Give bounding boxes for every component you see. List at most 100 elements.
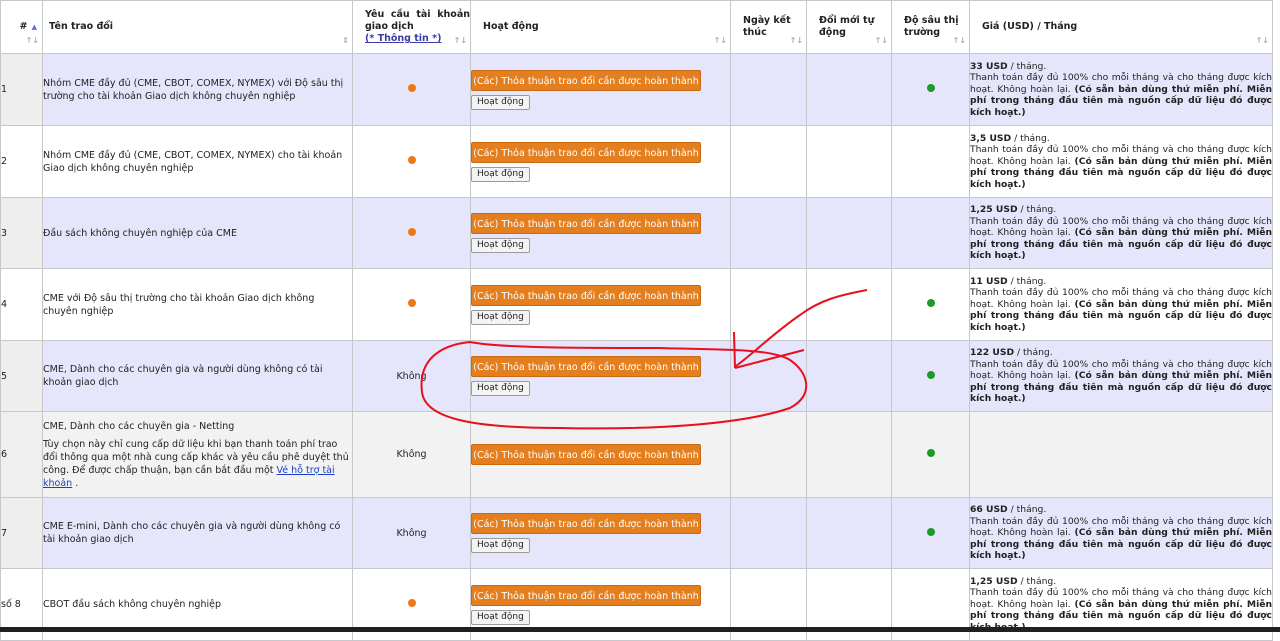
- row-number: 5: [0, 340, 43, 412]
- activity-cell: (Các) Thỏa thuận trao đổi cần được hoàn …: [470, 53, 731, 126]
- market-depth-dot-icon: [926, 370, 935, 379]
- column-header-account-requirement[interactable]: Yêu cầu tài khoản giao dịch (* Thông tin…: [352, 0, 471, 54]
- activate-button[interactable]: Hoạt động: [471, 94, 530, 110]
- exchange-name: Đầu sách không chuyên nghiệp của CME: [42, 197, 353, 269]
- activate-button[interactable]: Hoạt động: [471, 609, 530, 625]
- activity-cell: (Các) Thỏa thuận trao đổi cần được hoàn …: [470, 125, 731, 198]
- requirement-dot-icon: [407, 299, 416, 307]
- price-cell: 3,5 USD / tháng. Thanh toán đầy đủ 100% …: [969, 125, 1273, 198]
- agreements-button[interactable]: (Các) Thỏa thuận trao đổi cần được hoàn …: [471, 513, 701, 534]
- column-header-market-depth[interactable]: Độ sâu thị trường ↑↓: [891, 0, 970, 54]
- market-depth-cell: [891, 53, 970, 126]
- sort-icon: ↑↓: [952, 36, 966, 45]
- activate-button[interactable]: Hoạt động: [471, 381, 530, 396]
- exchange-name: Nhóm CME đầy đủ (CME, CBOT, COMEX, NYMEX…: [42, 125, 353, 198]
- exchange-subscriptions-table: # ▲ ↑↓ Tên trao đổi ⇕ Yêu cầu tài khoản …: [0, 0, 1273, 641]
- exchange-name: CME, Dành cho các chuyên gia và người dù…: [42, 340, 353, 412]
- exchange-name: CME với Độ sâu thị trường cho tài khoản …: [42, 268, 353, 341]
- auto-renew-cell: [806, 268, 892, 341]
- auto-renew-cell: [806, 197, 892, 269]
- activate-button[interactable]: Hoạt động: [471, 309, 530, 325]
- market-depth-dot-icon: [926, 527, 935, 536]
- row-number: 7: [0, 497, 43, 569]
- column-header-activity[interactable]: Hoạt động ↑↓: [470, 0, 731, 54]
- end-date-cell: [730, 497, 807, 569]
- sort-icon: ↑↓: [1255, 36, 1269, 45]
- row-number: 2: [0, 125, 43, 198]
- account-requirement: [352, 268, 471, 341]
- end-date-cell: [730, 268, 807, 341]
- info-link[interactable]: (* Thông tin *): [365, 33, 441, 44]
- account-requirement: [352, 125, 471, 198]
- account-requirement: [352, 197, 471, 269]
- market-depth-cell: [891, 125, 970, 198]
- exchange-note: Tùy chọn này chỉ cung cấp dữ liệu khi bạ…: [43, 439, 349, 489]
- activity-cell: (Các) Thỏa thuận trao đổi cần được hoàn …: [470, 411, 731, 498]
- agreements-button[interactable]: (Các) Thỏa thuận trao đổi cần được hoàn …: [471, 356, 701, 377]
- requirement-dot-icon: [407, 599, 416, 607]
- sort-icon: ↑↓: [874, 36, 888, 45]
- agreements-button[interactable]: (Các) Thỏa thuận trao đổi cần được hoàn …: [471, 141, 701, 163]
- price-cell: 33 USD / tháng. Thanh toán đầy đủ 100% c…: [969, 53, 1273, 126]
- account-requirement: Không: [352, 497, 471, 569]
- activity-cell: (Các) Thỏa thuận trao đổi cần được hoàn …: [470, 497, 731, 569]
- agreements-button[interactable]: (Các) Thỏa thuận trao đổi cần được hoàn …: [471, 284, 701, 306]
- agreements-button[interactable]: (Các) Thỏa thuận trao đổi cần được hoàn …: [471, 69, 701, 91]
- activity-cell: (Các) Thỏa thuận trao đổi cần được hoàn …: [470, 197, 731, 269]
- requirement-dot-icon: [407, 227, 416, 236]
- agreements-button[interactable]: (Các) Thỏa thuận trao đổi cần được hoàn …: [471, 444, 701, 465]
- end-date-cell: [730, 125, 807, 198]
- activate-button[interactable]: Hoạt động: [471, 166, 530, 182]
- market-depth-cell: [891, 497, 970, 569]
- end-date-cell: [730, 53, 807, 126]
- auto-renew-cell: [806, 53, 892, 126]
- auto-renew-cell: [806, 497, 892, 569]
- market-depth-dot-icon: [926, 299, 935, 307]
- activate-button[interactable]: Hoạt động: [471, 238, 530, 253]
- activity-cell: (Các) Thỏa thuận trao đổi cần được hoàn …: [470, 268, 731, 341]
- account-requirement: Không: [352, 411, 471, 498]
- column-header-number[interactable]: # ▲ ↑↓: [0, 0, 43, 54]
- table-row: 4 CME với Độ sâu thị trường cho tài khoả…: [0, 268, 1273, 341]
- column-header-end-date[interactable]: Ngày kết thúc ↑↓: [730, 0, 807, 54]
- taskbar: [0, 627, 1280, 632]
- exchange-name: CME E-mini, Dành cho các chuyên gia và n…: [42, 497, 353, 569]
- sort-icon: ↑↓: [453, 36, 467, 45]
- auto-renew-cell: [806, 340, 892, 412]
- row-number: 1: [0, 53, 43, 126]
- auto-renew-cell: [806, 411, 892, 498]
- auto-renew-cell: [806, 125, 892, 198]
- account-requirement: [352, 53, 471, 126]
- market-depth-cell: [891, 268, 970, 341]
- agreements-button[interactable]: (Các) Thỏa thuận trao đổi cần được hoàn …: [471, 584, 701, 606]
- sort-asc-icon: ▲: [31, 23, 37, 31]
- account-requirement: Không: [352, 340, 471, 412]
- price-cell: 122 USD / tháng. Thanh toán đầy đủ 100% …: [969, 340, 1273, 412]
- requirement-dot-icon: [407, 84, 416, 92]
- column-header-price[interactable]: Giá (USD) / Tháng ↑↓: [969, 0, 1273, 54]
- column-header-auto-renew[interactable]: Đổi mới tự động ↑↓: [806, 0, 892, 54]
- price-cell: 66 USD / tháng. Thanh toán đầy đủ 100% c…: [969, 497, 1273, 569]
- table-row: 3 Đầu sách không chuyên nghiệp của CME (…: [0, 197, 1273, 269]
- activity-cell: (Các) Thỏa thuận trao đổi cần được hoàn …: [470, 340, 731, 412]
- price-cell: 1,25 USD / tháng. Thanh toán đầy đủ 100%…: [969, 197, 1273, 269]
- market-depth-dot-icon: [926, 84, 935, 92]
- sort-icon: ⇕: [342, 36, 349, 45]
- market-depth-cell: [891, 340, 970, 412]
- market-depth-cell: [891, 411, 970, 498]
- column-header-name[interactable]: Tên trao đổi ⇕: [42, 0, 353, 54]
- row-number: 3: [0, 197, 43, 269]
- row-number: 6: [0, 411, 43, 498]
- agreements-button[interactable]: (Các) Thỏa thuận trao đổi cần được hoàn …: [471, 213, 701, 234]
- activate-button[interactable]: Hoạt động: [471, 538, 530, 553]
- end-date-cell: [730, 197, 807, 269]
- sort-icon: ↑↓: [713, 36, 727, 45]
- price-cell: 11 USD / tháng. Thanh toán đầy đủ 100% c…: [969, 268, 1273, 341]
- price-cell: [969, 411, 1273, 498]
- market-depth-dot-icon: [926, 449, 935, 457]
- market-depth-cell: [891, 197, 970, 269]
- requirement-dot-icon: [407, 156, 416, 164]
- table-row: 7 CME E-mini, Dành cho các chuyên gia và…: [0, 497, 1273, 569]
- table-row: 6 CME, Dành cho các chuyên gia - Netting…: [0, 411, 1273, 498]
- table-row: 5 CME, Dành cho các chuyên gia và người …: [0, 340, 1273, 412]
